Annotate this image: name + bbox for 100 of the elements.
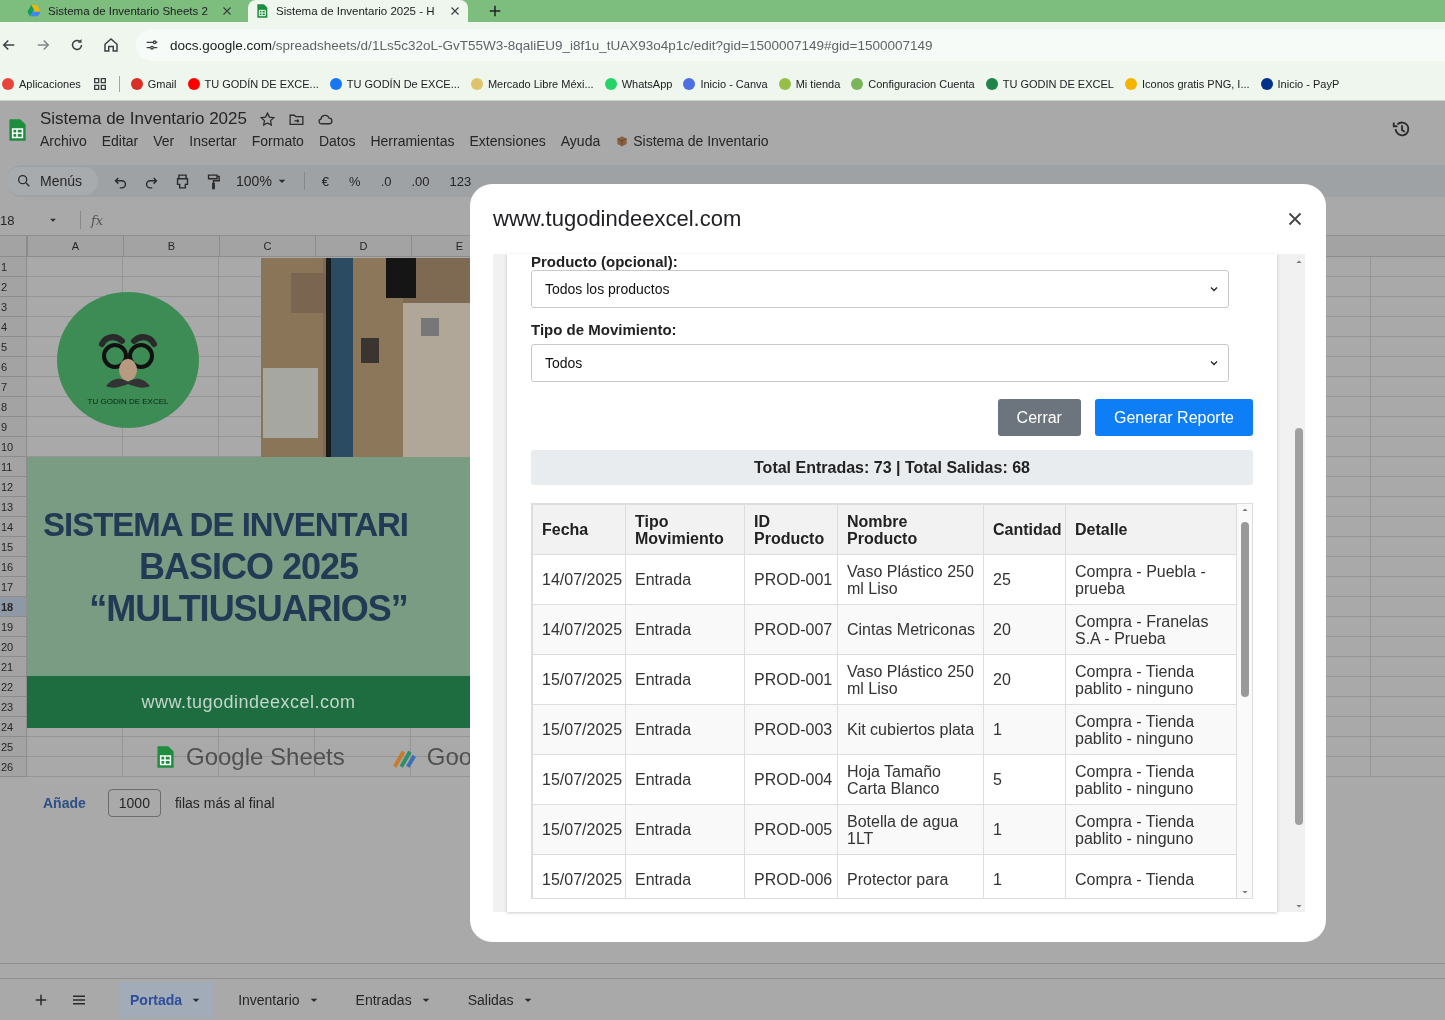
name-box[interactable]: 18 <box>0 212 68 228</box>
menu-item[interactable]: Formato <box>251 133 311 149</box>
menu-item[interactable]: Sistema de Inventario <box>615 133 776 149</box>
bookmark-link[interactable]: Aplicaciones <box>19 78 81 90</box>
table-cell: 15/07/2025 <box>532 804 626 855</box>
select-field[interactable]: Todos los productos <box>531 270 1229 308</box>
table-cell: Compra - Puebla - prueba <box>1065 554 1237 605</box>
bookmark-link[interactable]: TU GODÍN DE EXCE... <box>204 78 319 90</box>
bookmark-link[interactable]: Iconos gratis PNG, I... <box>1141 78 1250 90</box>
column-header: Tipo Movimiento <box>625 504 745 555</box>
table-cell: 1 <box>983 704 1066 755</box>
table-cell: PROD-001 <box>744 654 838 705</box>
row-header[interactable]: 4 <box>0 317 26 337</box>
row-header[interactable]: 14 <box>0 517 26 537</box>
column-header[interactable]: A <box>28 236 124 256</box>
sheet-tab[interactable]: Inventario <box>228 982 332 1018</box>
table-cell: Compra - Tienda pablito - ninguno <box>1065 704 1237 755</box>
grid-icon[interactable] <box>91 76 108 92</box>
bookmark-link[interactable]: Inicio - PayP <box>1277 78 1340 90</box>
row-header[interactable]: 6 <box>0 357 26 377</box>
row-header[interactable]: 12 <box>0 477 26 497</box>
menu-item[interactable]: Archivo <box>40 133 94 149</box>
zoom-dropdown[interactable]: 100% <box>236 173 290 189</box>
paint-format-icon[interactable] <box>205 172 223 190</box>
menu-search-field[interactable]: Menús <box>6 167 99 195</box>
row-header[interactable]: 9 <box>0 417 26 437</box>
menu-item[interactable]: Ayuda <box>560 133 608 149</box>
column-header[interactable]: B <box>124 236 220 256</box>
headline-line: “MULTIUSUARIOS” <box>89 587 408 630</box>
table-cell: Cintas Metriconas <box>837 604 984 655</box>
scrollbar-thumb[interactable] <box>1295 428 1303 825</box>
menu-item[interactable]: Datos <box>318 133 363 149</box>
table-cell: Vaso Plástico 250 ml Liso <box>837 654 984 705</box>
generate-report-button[interactable]: Generar Reporte <box>1094 399 1253 436</box>
menu-item[interactable]: Herramientas <box>370 133 462 149</box>
row-header[interactable]: 19 <box>0 617 26 637</box>
bookmark-link[interactable]: Mi tienda <box>795 78 841 90</box>
row-header[interactable]: 25 <box>0 737 26 757</box>
bookmark-link[interactable]: Gmail <box>147 78 177 90</box>
add-rows-link[interactable]: Añade <box>43 795 86 811</box>
row-header[interactable]: 18 <box>0 597 26 617</box>
menu-item[interactable]: Extensiones <box>469 133 553 149</box>
menu-item[interactable]: Editar <box>101 133 146 149</box>
table-cell: 20 <box>983 654 1066 705</box>
sheet-tab[interactable]: Portada <box>120 982 215 1018</box>
row-header[interactable]: 7 <box>0 377 26 397</box>
select-field[interactable]: Todos <box>531 344 1229 382</box>
row-header[interactable]: 11 <box>0 457 26 477</box>
row-header[interactable]: 16 <box>0 557 26 577</box>
column-header[interactable]: D <box>316 236 412 256</box>
tab-title: Sistema de Inventario 2025 - H <box>276 5 436 17</box>
browser-tab[interactable]: Sistema de Inventario 2025 - H <box>248 0 468 22</box>
bookmark-link[interactable]: Mercado Libre Méxi... <box>487 78 594 90</box>
row-header[interactable]: 24 <box>0 717 26 737</box>
menu-item[interactable]: Insertar <box>189 133 244 149</box>
star-icon[interactable] <box>258 110 276 128</box>
home-icon[interactable] <box>102 36 120 54</box>
browser-tab[interactable]: Sistema de Inventario Sheets 2 <box>20 0 240 22</box>
format-button[interactable]: % <box>346 173 364 189</box>
format-button[interactable]: .0 <box>377 173 395 189</box>
column-header[interactable]: C <box>220 236 316 256</box>
format-button[interactable]: € <box>318 173 333 189</box>
bookmark-link[interactable]: TU GODÍN De EXCE... <box>346 78 460 90</box>
sheet-tab[interactable]: Salidas <box>457 982 546 1018</box>
row-header[interactable]: 21 <box>0 657 26 677</box>
row-header[interactable]: 20 <box>0 637 26 657</box>
row-header[interactable]: 1 <box>0 257 26 277</box>
table-cell: Compra - Franelas S.A - Prueba <box>1065 604 1237 655</box>
address-bar[interactable]: docs.google.com/spreadsheets/d/1Ls5c32oL-GvT55W3-8qaliEU9_i8f1u_tUAX93o4p1c/edit?gid=1500007149#gid=1500007149 <box>136 29 1445 61</box>
table-cell: 20 <box>983 604 1066 655</box>
bookmark-link[interactable]: TU GODIN DE EXCEL <box>1002 78 1114 90</box>
row-header[interactable]: 5 <box>0 337 26 357</box>
row-header[interactable]: 22 <box>0 677 26 697</box>
row-header[interactable]: 10 <box>0 437 26 457</box>
row-header[interactable]: 15 <box>0 537 26 557</box>
row-header[interactable]: 3 <box>0 297 26 317</box>
format-button[interactable]: .00 <box>408 173 433 189</box>
website-text: www.tugodindeexcel.com <box>141 691 356 713</box>
row-header[interactable]: 23 <box>0 697 26 717</box>
document-title[interactable]: Sistema de Inventario 2025 <box>40 109 247 129</box>
bookmark-link[interactable]: Configuracion Cuenta <box>868 78 975 90</box>
bookmark-link[interactable]: Inicio - Canva <box>700 78 768 90</box>
menu-item[interactable]: Ver <box>153 133 182 149</box>
drive-logo-icon <box>26 3 42 19</box>
bookmark-link[interactable]: WhatsApp <box>621 78 673 90</box>
row-header[interactable]: 13 <box>0 497 26 517</box>
table-cell: Entrada <box>625 804 745 855</box>
dialog-title: www.tugodindeexcel.com <box>493 206 742 232</box>
table-cell: PROD-003 <box>744 704 838 755</box>
sheet-tab[interactable]: Entradas <box>345 982 444 1018</box>
format-button[interactable]: 123 <box>446 173 475 189</box>
close-button[interactable]: Cerrar <box>997 399 1081 436</box>
row-header[interactable]: 26 <box>0 757 26 777</box>
row-header[interactable]: 8 <box>0 397 26 417</box>
tab-title: Sistema de Inventario Sheets 2 <box>48 5 209 17</box>
row-header[interactable]: 2 <box>0 277 26 297</box>
summary-bar: Total Entradas: 73 | Total Salidas: 68 <box>531 450 1253 485</box>
scrollbar-thumb[interactable] <box>1240 522 1249 697</box>
row-count-field[interactable]: 1000 <box>107 789 161 817</box>
horizontal-scrollbar[interactable] <box>0 963 1445 979</box>
